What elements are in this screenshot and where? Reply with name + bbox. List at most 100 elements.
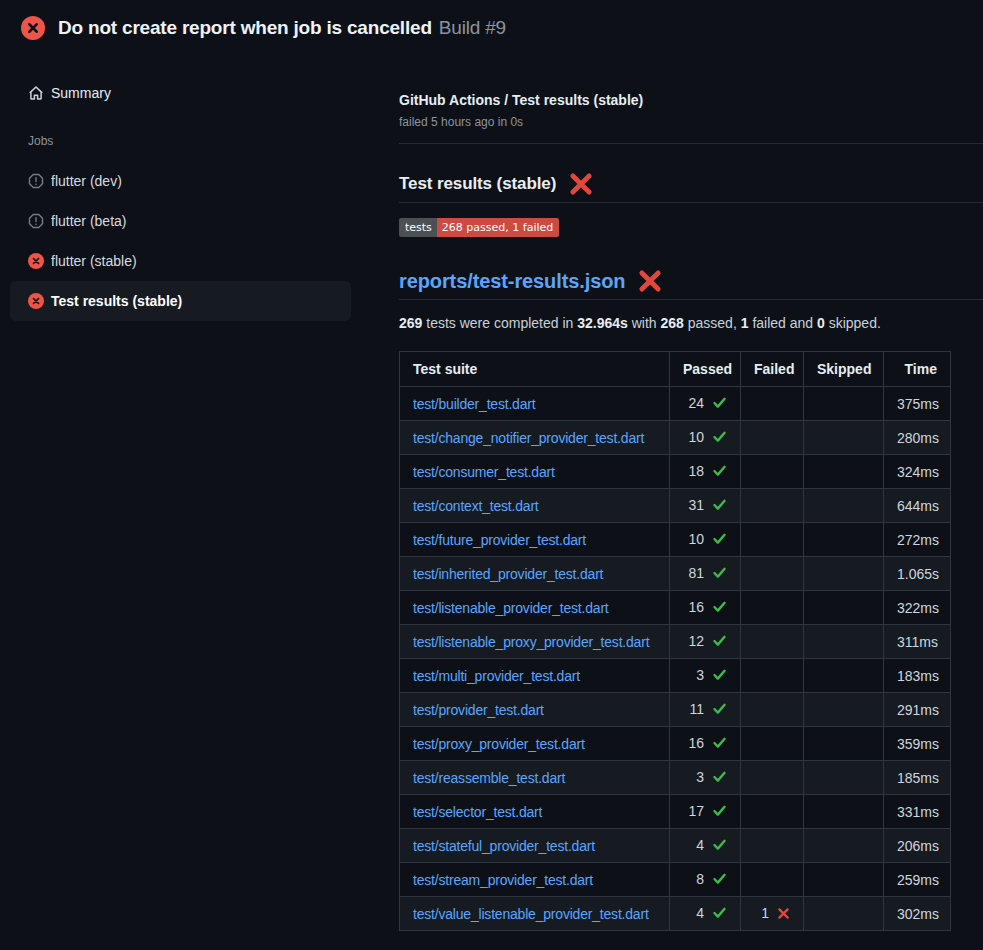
table-row: test/context_test.dart31 644ms [400,489,951,523]
skipped-cell [804,489,884,523]
passed-cell: 11 [670,693,741,727]
test-suite-link[interactable]: test/consumer_test.dart [413,464,555,480]
test-suite-link[interactable]: test/context_test.dart [413,498,539,514]
stop-icon [28,173,44,189]
failed-cell [741,387,804,421]
test-suite-link[interactable]: test/listenable_proxy_provider_test.dart [413,634,649,650]
skipped-cell [804,829,884,863]
time-cell: 644ms [884,489,951,523]
sidebar-job-item[interactable]: flutter (dev) [10,161,351,201]
time-cell: 185ms [884,761,951,795]
failed-cell [741,659,804,693]
time-cell: 206ms [884,829,951,863]
home-icon [28,85,44,101]
failed-cell [741,489,804,523]
jobs-section-label: Jobs [28,134,351,148]
table-row: test/selector_test.dart17 331ms [400,795,951,829]
test-suite-link[interactable]: test/provider_test.dart [413,702,544,718]
time-cell: 322ms [884,591,951,625]
table-row: test/reassemble_test.dart 3 185ms [400,761,951,795]
skipped-cell [804,557,884,591]
failed-x-icon [638,269,662,293]
sidebar: Summary Jobs flutter (dev) flutter (beta)… [0,40,351,321]
failed-cell [741,523,804,557]
check-icon [712,803,727,821]
test-suite-link[interactable]: test/proxy_provider_test.dart [413,736,585,752]
sidebar-job-item[interactable]: flutter (beta) [10,201,351,241]
failed-cell [741,761,804,795]
job-label: Test results (stable) [51,293,182,309]
run-header: Do not create report when job is cancell… [0,0,983,40]
check-icon [712,633,727,651]
failed-cell [741,693,804,727]
time-cell: 311ms [884,625,951,659]
table-row: test/future_provider_test.dart10 272ms [400,523,951,557]
test-suite-link[interactable]: test/future_provider_test.dart [413,532,586,548]
sidebar-item-summary[interactable]: Summary [10,80,351,106]
check-icon [712,429,727,447]
passed-cell: 4 [670,897,741,931]
skipped-cell [804,421,884,455]
time-cell: 272ms [884,523,951,557]
test-suite-link[interactable]: test/multi_provider_test.dart [413,668,580,684]
time-cell: 183ms [884,659,951,693]
time-cell: 359ms [884,727,951,761]
passed-cell: 3 [670,659,741,693]
report-file-link[interactable]: reports/test-results.json [399,270,625,293]
stop-icon [28,213,44,229]
check-icon [712,837,727,855]
report-file-heading: reports/test-results.json [399,269,983,300]
failed-x-icon [569,172,593,196]
test-suite-link[interactable]: test/reassemble_test.dart [413,770,565,786]
test-suite-link[interactable]: test/value_listenable_provider_test.dart [413,906,649,922]
summary-sentence: 269 tests were completed in 32.964s with… [399,315,983,331]
passed-cell: 8 [670,863,741,897]
table-row: test/stateful_provider_test.dart4 206ms [400,829,951,863]
passed-cell: 18 [670,455,741,489]
test-suite-link[interactable]: test/stream_provider_test.dart [413,872,593,888]
skipped-cell [804,693,884,727]
table-row: test/provider_test.dart11 291ms [400,693,951,727]
report-title: Test results (stable) [399,172,983,203]
sidebar-job-item[interactable]: Test results (stable) [10,281,351,321]
test-suite-link[interactable]: test/listenable_provider_test.dart [413,600,609,616]
passed-cell: 3 [670,761,741,795]
sidebar-job-item[interactable]: flutter (stable) [10,241,351,281]
jobs-nav: flutter (dev) flutter (beta)flutter (stab… [10,161,351,321]
skipped-cell [804,659,884,693]
skipped-cell [804,455,884,489]
col-header-failed: Failed [741,352,804,387]
skipped-cell [804,727,884,761]
passed-cell: 16 [670,727,741,761]
passed-cell: 10 [670,421,741,455]
run-title: Do not create report when job is cancell… [58,17,506,39]
skipped-cell [804,387,884,421]
badge-value: 268 passed, 1 failed [437,218,559,237]
col-header-suite: Test suite [400,352,670,387]
time-cell: 1.065s [884,557,951,591]
test-suite-link[interactable]: test/selector_test.dart [413,804,542,820]
table-row: test/stream_provider_test.dart 8 259ms [400,863,951,897]
failed-cell [741,557,804,591]
skipped-cell [804,625,884,659]
check-icon [712,395,727,413]
badge-label: tests [399,218,437,237]
test-suite-link[interactable]: test/builder_test.dart [413,396,535,412]
table-row: test/change_notifier_provider_test.dart 1… [400,421,951,455]
job-label: flutter (dev) [51,173,122,189]
test-suite-link[interactable]: test/stateful_provider_test.dart [413,838,595,854]
results-table: Test suite Passed Failed Skipped Time te… [399,351,951,931]
check-icon [712,497,727,515]
skipped-cell [804,863,884,897]
time-cell: 324ms [884,455,951,489]
divider [399,143,983,144]
test-suite-link[interactable]: test/change_notifier_provider_test.dart [413,430,644,446]
test-suite-link[interactable]: test/inherited_provider_test.dart [413,566,603,582]
time-cell: 259ms [884,863,951,897]
failed-cell [741,829,804,863]
skipped-cell [804,591,884,625]
col-header-time: Time [884,352,951,387]
x-circle-icon [28,253,44,269]
sidebar-item-label: Summary [51,85,111,101]
time-cell: 331ms [884,795,951,829]
